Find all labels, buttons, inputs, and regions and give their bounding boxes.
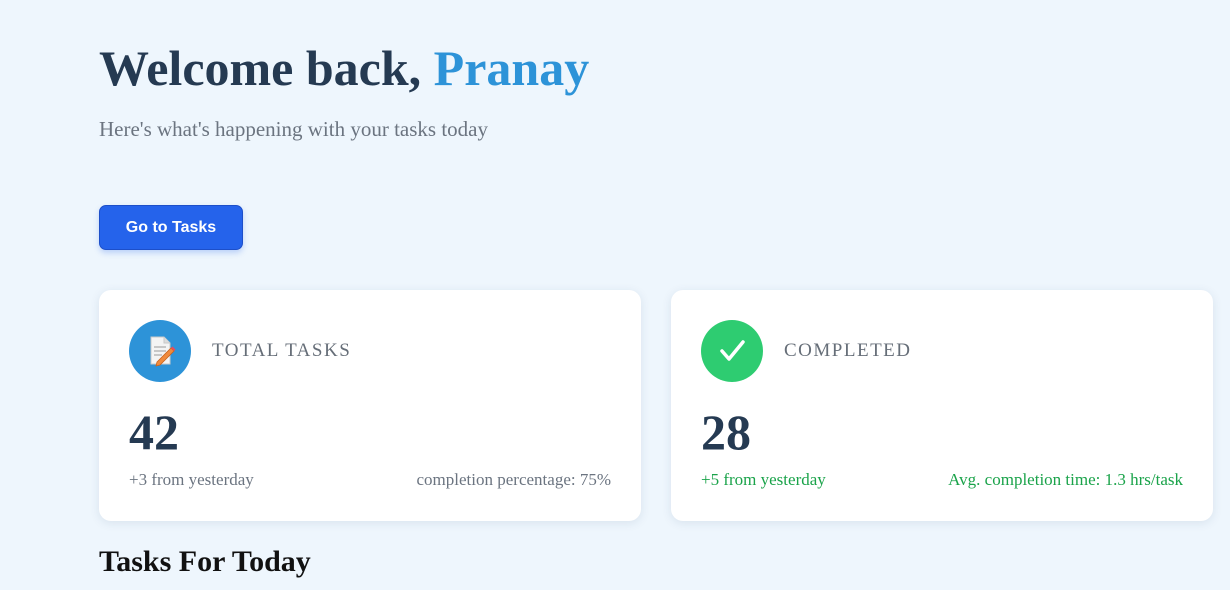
user-name: Pranay [433, 40, 590, 96]
go-to-tasks-button[interactable]: Go to Tasks [99, 205, 243, 250]
total-tasks-value: 42 [129, 404, 179, 460]
completed-card: COMPLETED 28 +5 from yesterday Avg. comp… [671, 290, 1213, 521]
total-tasks-label: TOTAL TASKS [212, 340, 352, 361]
total-tasks-change: +3 from yesterday [129, 470, 254, 489]
dashboard-page: Welcome back, Pranay Here's what's happe… [0, 0, 1230, 590]
tasks-for-today-heading: Tasks For Today [99, 545, 311, 578]
completed-change: +5 from yesterday [701, 470, 826, 489]
greeting-text: Welcome back, [99, 40, 422, 96]
checkmark-icon [701, 320, 763, 382]
completed-label: COMPLETED [784, 340, 912, 361]
avg-completion-time: Avg. completion time: 1.3 hrs/task [948, 470, 1183, 489]
completed-value: 28 [701, 404, 751, 460]
page-subtitle: Here's what's happening with your tasks … [99, 117, 488, 141]
completion-percentage: completion percentage: 75% [416, 470, 611, 489]
task-document-icon [129, 320, 191, 382]
welcome-heading: Welcome back, Pranay [99, 38, 589, 98]
total-tasks-card: TOTAL TASKS 42 +3 from yesterday complet… [99, 290, 641, 521]
